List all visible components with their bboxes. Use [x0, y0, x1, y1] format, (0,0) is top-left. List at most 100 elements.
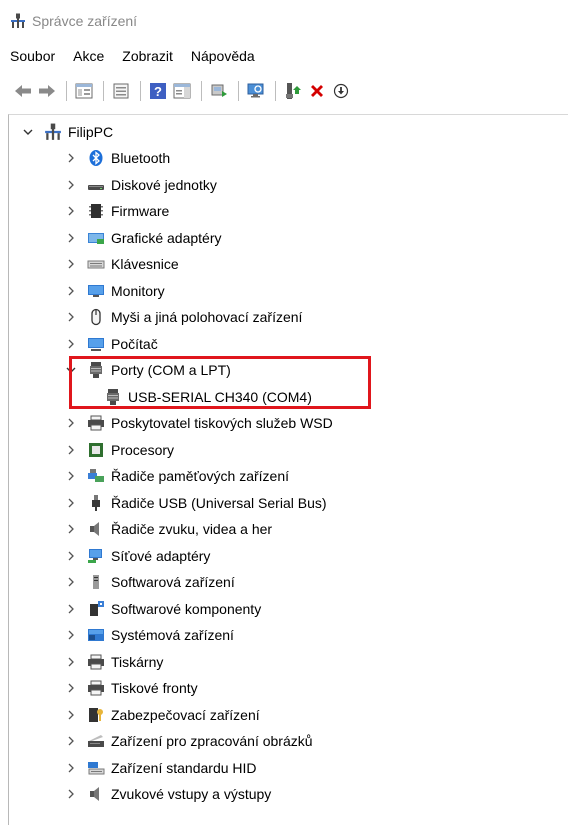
keyboard-icon	[87, 255, 105, 273]
tree-item-label: Firmware	[111, 203, 170, 219]
tree-category[interactable]: Procesory	[63, 437, 174, 463]
chevron-down-icon[interactable]	[20, 126, 36, 138]
menu-akce[interactable]: Akce	[63, 48, 112, 64]
chevron-right-icon[interactable]	[63, 205, 79, 217]
computer-root-icon	[44, 123, 62, 141]
action-pane-icon	[173, 83, 191, 99]
chevron-right-icon[interactable]	[63, 258, 79, 270]
window-title: Správce zařízení	[32, 13, 138, 29]
scan-hardware-button[interactable]	[245, 80, 267, 102]
monitor-icon	[87, 282, 105, 300]
device-manager-icon	[11, 13, 25, 28]
install-button[interactable]	[330, 80, 352, 102]
tree-category[interactable]: Firmware	[63, 198, 169, 224]
tree-category[interactable]: Diskové jednotky	[63, 172, 217, 198]
tree-category[interactable]: Systémová zařízení	[63, 622, 234, 648]
chevron-right-icon[interactable]	[63, 338, 79, 350]
chevron-right-icon[interactable]	[63, 285, 79, 297]
install-icon	[333, 83, 349, 99]
tree-category[interactable]: Síťové adaptéry	[63, 543, 210, 569]
forward-button[interactable]	[36, 80, 58, 102]
tree-category[interactable]: Zvukové vstupy a výstupy	[63, 781, 271, 807]
tree-item-label: Grafické adaptéry	[111, 229, 222, 246]
tree-category[interactable]: Zařízení standardu HID	[63, 755, 257, 781]
update-driver-icon	[211, 84, 227, 97]
tree-category[interactable]: Tiskárny	[63, 649, 163, 675]
uninstall-button[interactable]	[306, 80, 328, 102]
tree-category[interactable]: Myši a jiná polohovací zařízení	[63, 304, 302, 330]
chevron-right-icon[interactable]	[63, 682, 79, 694]
tree-category[interactable]: Řadiče zvuku, videa a her	[63, 516, 272, 542]
title-bar: Správce zařízení	[0, 8, 568, 34]
cropped-caption	[0, 0, 568, 8]
tree-item-label: Procesory	[111, 441, 175, 458]
tree-category[interactable]: Poskytovatel tiskových služeb WSD	[63, 410, 333, 436]
chevron-right-icon[interactable]	[63, 603, 79, 615]
menu-zobrazit[interactable]: Zobrazit	[112, 48, 181, 64]
chevron-right-icon[interactable]	[63, 550, 79, 562]
tree-category[interactable]: Zařízení pro zpracování obrázků	[63, 728, 313, 754]
tree-item-label: Diskové jednotky	[111, 176, 217, 193]
chevron-right-icon[interactable]	[63, 762, 79, 774]
tree-item-label: Tiskové fronty	[111, 680, 198, 696]
toolbar: ?	[0, 78, 568, 104]
menu-bar: Soubor Akce Zobrazit Nápověda	[0, 44, 263, 68]
tree-category[interactable]: Softwarová zařízení	[63, 569, 235, 595]
bluetooth-icon	[87, 149, 105, 167]
tree-category[interactable]: Monitory	[63, 278, 165, 304]
computer-icon	[87, 335, 105, 353]
chevron-right-icon[interactable]	[63, 576, 79, 588]
sound-icon	[87, 520, 105, 538]
svg-text:?: ?	[154, 84, 162, 99]
tree-category[interactable]: Počítač	[63, 331, 158, 357]
properties-button[interactable]	[73, 80, 95, 102]
scan-hardware-icon	[247, 83, 264, 98]
tree-category[interactable]: Tiskové fronty	[63, 675, 198, 701]
audio-io-icon	[87, 785, 105, 803]
tree-category[interactable]: Řadiče USB (Universal Serial Bus)	[63, 490, 327, 516]
chevron-right-icon[interactable]	[63, 179, 79, 191]
chevron-right-icon[interactable]	[63, 470, 79, 482]
tree-item-label: Poskytovatel tiskových služeb WSD	[111, 415, 333, 431]
chevron-right-icon[interactable]	[63, 523, 79, 535]
menu-soubor[interactable]: Soubor	[0, 48, 63, 64]
chevron-right-icon[interactable]	[63, 735, 79, 747]
tree-root-label: FilipPC	[68, 124, 114, 140]
forward-icon	[39, 85, 55, 97]
tree-category[interactable]: Klávesnice	[63, 251, 179, 277]
chevron-right-icon[interactable]	[63, 629, 79, 641]
enable-device-button[interactable]	[282, 80, 304, 102]
tree-category[interactable]: Grafické adaptéry	[63, 225, 222, 251]
toolbar-separator	[275, 81, 276, 101]
back-button[interactable]	[12, 80, 34, 102]
chevron-right-icon[interactable]	[63, 417, 79, 429]
tree-category[interactable]: Bluetooth	[63, 145, 170, 171]
console-tree-button[interactable]	[110, 80, 132, 102]
toolbar-separator	[66, 81, 67, 101]
toolbar-separator	[201, 81, 202, 101]
toolbar-separator	[103, 81, 104, 101]
action-pane-button[interactable]	[171, 80, 193, 102]
firmware-icon	[87, 202, 105, 220]
chevron-right-icon[interactable]	[63, 497, 79, 509]
tree-category[interactable]: Řadiče paměťových zařízení	[63, 463, 289, 489]
chevron-right-icon[interactable]	[63, 444, 79, 456]
help-button[interactable]: ?	[147, 80, 169, 102]
chevron-right-icon[interactable]	[63, 152, 79, 164]
tree-item-label: Řadiče paměťových zařízení	[111, 468, 290, 484]
chevron-right-icon[interactable]	[63, 788, 79, 800]
security-device-icon	[87, 706, 105, 724]
chevron-right-icon[interactable]	[63, 656, 79, 668]
chevron-right-icon[interactable]	[63, 709, 79, 721]
mouse-icon	[87, 308, 105, 326]
hid-icon	[87, 759, 105, 777]
chevron-right-icon[interactable]	[63, 232, 79, 244]
software-device-icon	[87, 573, 105, 591]
tree-category[interactable]: Softwarové komponenty	[63, 596, 261, 622]
tree-item-label: Klávesnice	[111, 256, 179, 272]
tree-category[interactable]: Zabezpečovací zařízení	[63, 702, 260, 728]
menu-napoveda[interactable]: Nápověda	[181, 48, 263, 64]
chevron-right-icon[interactable]	[63, 311, 79, 323]
update-driver-button[interactable]	[208, 80, 230, 102]
tree-root[interactable]: FilipPC	[20, 119, 113, 145]
